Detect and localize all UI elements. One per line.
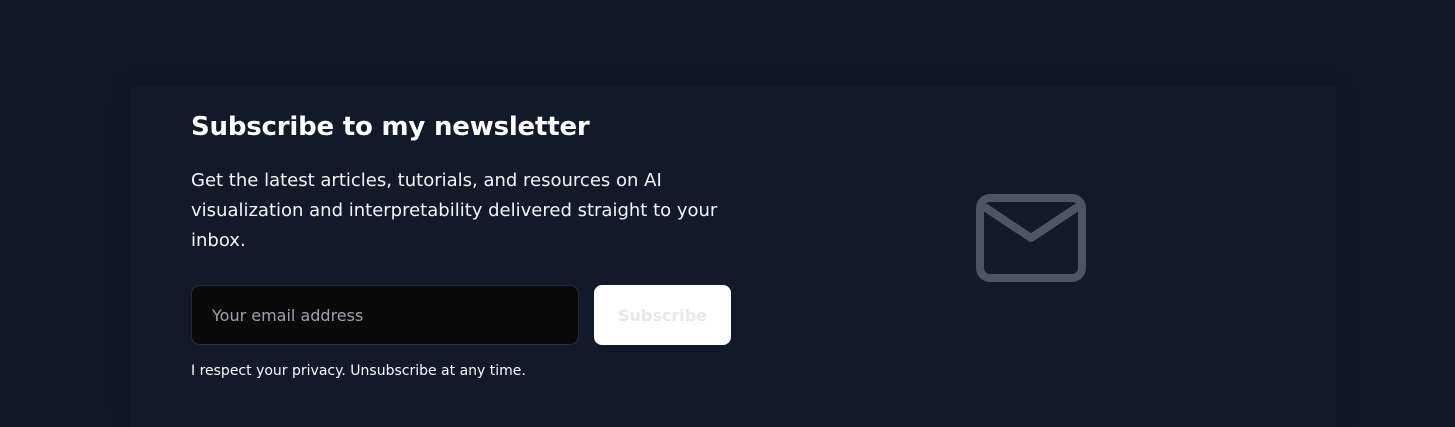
email-input[interactable] <box>191 285 579 345</box>
mail-icon <box>976 194 1086 282</box>
newsletter-content: Subscribe to my newsletter Get the lates… <box>191 108 751 381</box>
newsletter-section: Subscribe to my newsletter Get the lates… <box>0 0 1455 427</box>
subscribe-button[interactable]: Subscribe <box>594 285 731 345</box>
privacy-note: I respect your privacy. Unsubscribe at a… <box>191 363 526 379</box>
newsletter-form: Subscribe <box>191 285 751 345</box>
newsletter-description: Get the latest articles, tutorials, and … <box>191 170 718 251</box>
newsletter-title: Subscribe to my newsletter <box>191 112 590 142</box>
